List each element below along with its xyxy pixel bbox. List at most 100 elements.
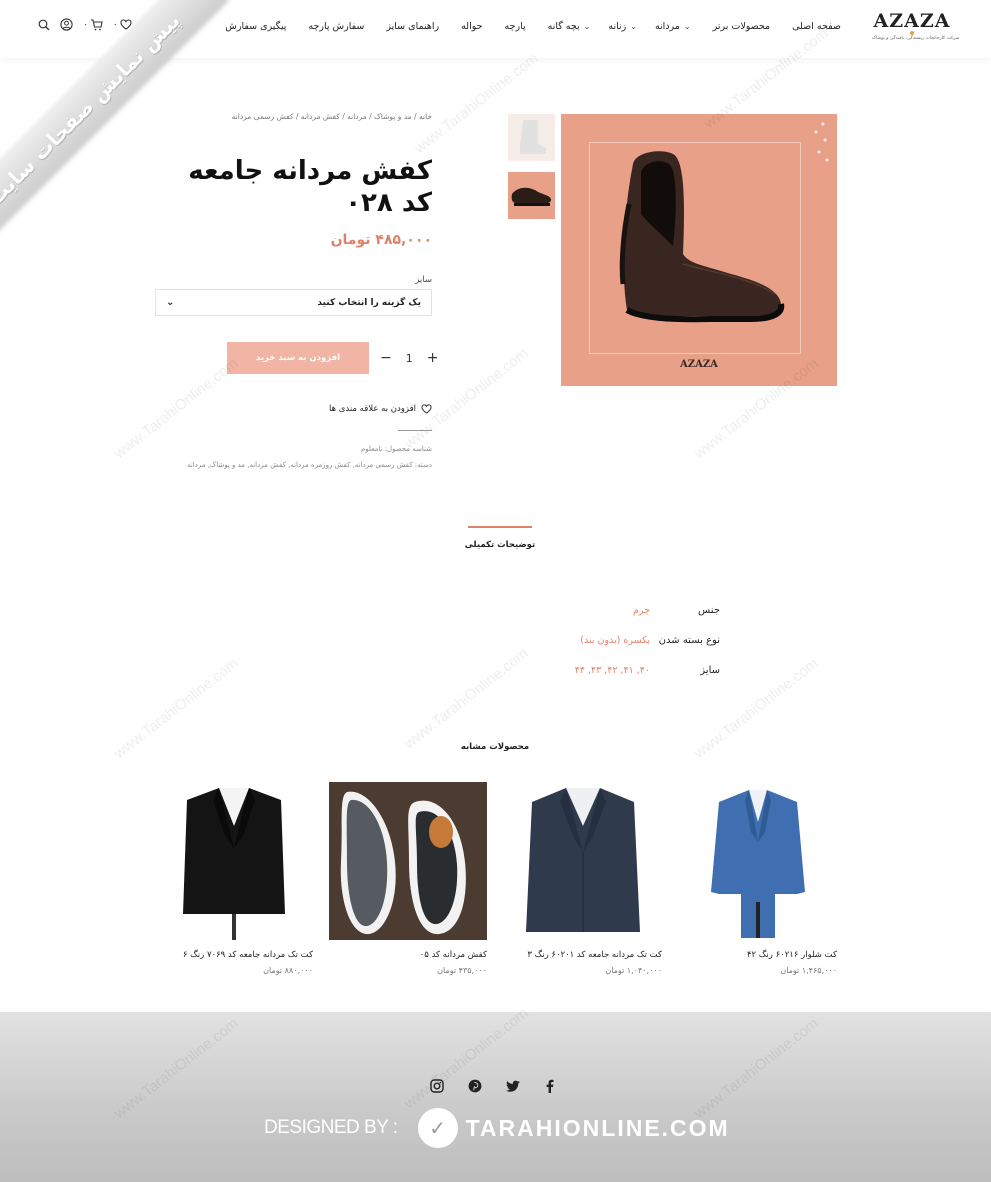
related-product-card[interactable]: کفش مردانه کد ۰۵ ۴۳۵,۰۰۰ تومان: [329, 782, 487, 975]
product-name[interactable]: کفش مردانه کد ۰۵: [329, 950, 487, 960]
related-products-title: محصولات مشابه: [460, 742, 530, 752]
attribute-row: جنس چرم: [530, 595, 720, 625]
nav-item-kids[interactable]: بچه گانه ⌄: [548, 21, 591, 32]
product-image[interactable]: [155, 782, 313, 940]
product-name[interactable]: کت تک مردانه جامعه کد ۷۰۶۹ رنگ ۶: [155, 950, 313, 960]
gallery-thumbnail-active[interactable]: [508, 172, 555, 219]
product-image[interactable]: [504, 782, 662, 940]
chevron-down-icon: ⌄: [166, 297, 175, 308]
main-nav: صفحه اصلی محصولات برتر مردانه ⌄ زنانه ⌄ بچ…: [225, 21, 841, 32]
nav-label: زنانه: [608, 21, 627, 32]
nav-item-fabric-order[interactable]: سفارش پارچه: [308, 21, 364, 32]
product-price: ۱,۴۶۵,۰۰۰ تومان: [780, 966, 837, 975]
quantity-value[interactable]: 1: [406, 352, 413, 365]
attributes-table: جنس چرم نوع بسته شدن یکسره (بدون بند) سا…: [530, 595, 720, 685]
social-links: [430, 1078, 554, 1097]
site-header: AZAZA شرکت کارخانجات ریسندگی، بافندگی و …: [0, 0, 991, 58]
designer-brand[interactable]: TARAHIONLINE.COM: [466, 1115, 730, 1142]
product-main-image[interactable]: AZAZA: [561, 114, 837, 386]
site-logo[interactable]: AZAZA شرکت کارخانجات ریسندگی، بافندگی و …: [872, 10, 960, 46]
product-image[interactable]: [329, 782, 487, 940]
nav-item-order-tracking[interactable]: پیگیری سفارش: [225, 21, 286, 32]
wishlist-count: ۰: [112, 19, 118, 30]
nav-item-voucher[interactable]: حواله: [461, 21, 482, 32]
shoe-illustration: [619, 122, 829, 323]
nav-label: محصولات برتر: [712, 21, 771, 32]
search-icon[interactable]: [38, 19, 50, 31]
nav-label: حواله: [461, 21, 483, 32]
twitter-icon[interactable]: [506, 1078, 521, 1097]
watermark: www.TarahiOnline.com: [110, 654, 242, 763]
attribute-value[interactable]: ۴۰, ۴۱, ۴۲, ۴۳, ۴۴: [575, 665, 650, 676]
header-icons: ۰ ۰: [38, 18, 132, 31]
related-product-card[interactable]: کت شلوار ۶۰۲۱۶ رنگ ۴۲ ۱,۴۶۵,۰۰۰ تومان: [679, 782, 837, 975]
size-select[interactable]: یک گزینه را انتخاب کنید ⌄: [155, 289, 432, 316]
heart-icon: [120, 19, 132, 30]
add-to-wishlist-link[interactable]: افزودن به علاقه مندی ها: [300, 404, 432, 414]
product-categories[interactable]: دسته: کفش رسمی مردانه, کفش روزمره مردانه…: [187, 461, 432, 469]
product-name[interactable]: کت شلوار ۶۰۲۱۶ رنگ ۴۲: [679, 950, 837, 960]
breadcrumb[interactable]: خانه / مد و پوشاک / مردانه / کفش مردانه …: [232, 112, 432, 121]
product-price: ۸۸۰,۰۰۰ تومان: [263, 966, 313, 975]
attribute-key: سایز: [700, 664, 720, 676]
wishlist-label: افزودن به علاقه مندی ها: [328, 404, 416, 414]
product-name[interactable]: کت تک مردانه جامعه کد ۶۰۲۰۱ رنگ ۳: [504, 950, 662, 960]
attribute-value[interactable]: چرم: [633, 605, 650, 616]
site-footer: [0, 1012, 991, 1182]
chevron-down-icon: ⌄: [583, 22, 591, 31]
attribute-value[interactable]: یکسره (بدون بند): [580, 635, 650, 646]
related-product-card[interactable]: کت تک مردانه جامعه کد ۶۰۲۰۱ رنگ ۳ ۱,۰۴۰,…: [504, 782, 662, 975]
watermark: www.TarahiOnline.com: [110, 354, 242, 463]
nav-item-women[interactable]: زنانه ⌄: [608, 21, 637, 32]
quantity-stepper: − 1 +: [380, 350, 438, 366]
nav-label: پارچه: [504, 21, 526, 32]
product-sku: شناسه محصول: نامعلوم: [360, 445, 432, 453]
watermark: www.TarahiOnline.com: [400, 644, 532, 753]
add-to-cart-button[interactable]: افزودن به سبد خرید: [227, 342, 369, 374]
logo-subtitle: شرکت کارخانجات ریسندگی، بافندگی و پوشاک: [872, 36, 960, 41]
nav-item-men[interactable]: مردانه ⌄: [655, 21, 691, 32]
cart-icon: [90, 18, 103, 30]
decrease-quantity-button[interactable]: −: [380, 350, 392, 366]
tab-additional-info[interactable]: توضیحات تکمیلی: [450, 540, 550, 550]
attribute-key: نوع بسته شدن: [658, 634, 720, 646]
logo-dot: [910, 31, 914, 35]
product-title: کفش مردانه جامعه کد ۰۲۸: [188, 156, 432, 218]
image-brand-logo: AZAZA: [680, 359, 718, 370]
nav-label: بچه گانه: [547, 21, 580, 32]
related-product-card[interactable]: کت تک مردانه جامعه کد ۷۰۶۹ رنگ ۶ ۸۸۰,۰۰۰…: [155, 782, 313, 975]
nav-item-size-guide[interactable]: راهنمای سایز: [386, 21, 439, 32]
wishlist-button[interactable]: ۰: [113, 19, 132, 30]
nav-label: سفارش پارچه: [308, 21, 365, 32]
nav-item-home[interactable]: صفحه اصلی: [792, 21, 841, 32]
nav-label: پیگیری سفارش: [225, 21, 287, 32]
facebook-icon[interactable]: [545, 1078, 554, 1097]
product-price: ۴۳۵,۰۰۰ تومان: [437, 966, 487, 975]
product-price: ۱,۰۴۰,۰۰۰ تومان: [605, 966, 662, 975]
product-image[interactable]: [679, 782, 837, 940]
chevron-down-icon: ⌄: [683, 22, 691, 31]
nav-label: راهنمای سایز: [386, 21, 440, 32]
nav-item-fabric[interactable]: پارچه: [505, 21, 526, 32]
divider: [398, 430, 432, 431]
size-select-value: یک گزینه را انتخاب کنید: [317, 297, 421, 308]
logo-mark: AZAZA: [873, 10, 951, 32]
designed-by-label: DESIGNED BY :: [264, 1117, 398, 1138]
tab-active-indicator: [468, 526, 532, 528]
chevron-down-icon: ⌄: [630, 22, 637, 31]
pinterest-icon[interactable]: [468, 1078, 482, 1097]
product-price: ۴۸۵,۰۰۰ تومان: [330, 232, 432, 248]
nav-label: مردانه: [654, 21, 680, 32]
attribute-key: جنس: [698, 604, 720, 616]
cart-count: ۰: [83, 19, 88, 30]
heart-icon: [421, 404, 432, 414]
designed-by-banner: DESIGNED BY : ✓ TARAHIONLINE.COM: [264, 1108, 754, 1148]
cart-button[interactable]: ۰: [83, 18, 103, 31]
instagram-icon[interactable]: [430, 1078, 444, 1097]
nav-item-top-products[interactable]: محصولات برتر: [713, 21, 771, 32]
attribute-row: سایز ۴۰, ۴۱, ۴۲, ۴۳, ۴۴: [530, 655, 720, 685]
increase-quantity-button[interactable]: +: [427, 350, 439, 366]
gallery-thumbnail[interactable]: [508, 114, 555, 161]
size-label: سایز: [415, 275, 432, 285]
account-icon[interactable]: [60, 18, 73, 31]
